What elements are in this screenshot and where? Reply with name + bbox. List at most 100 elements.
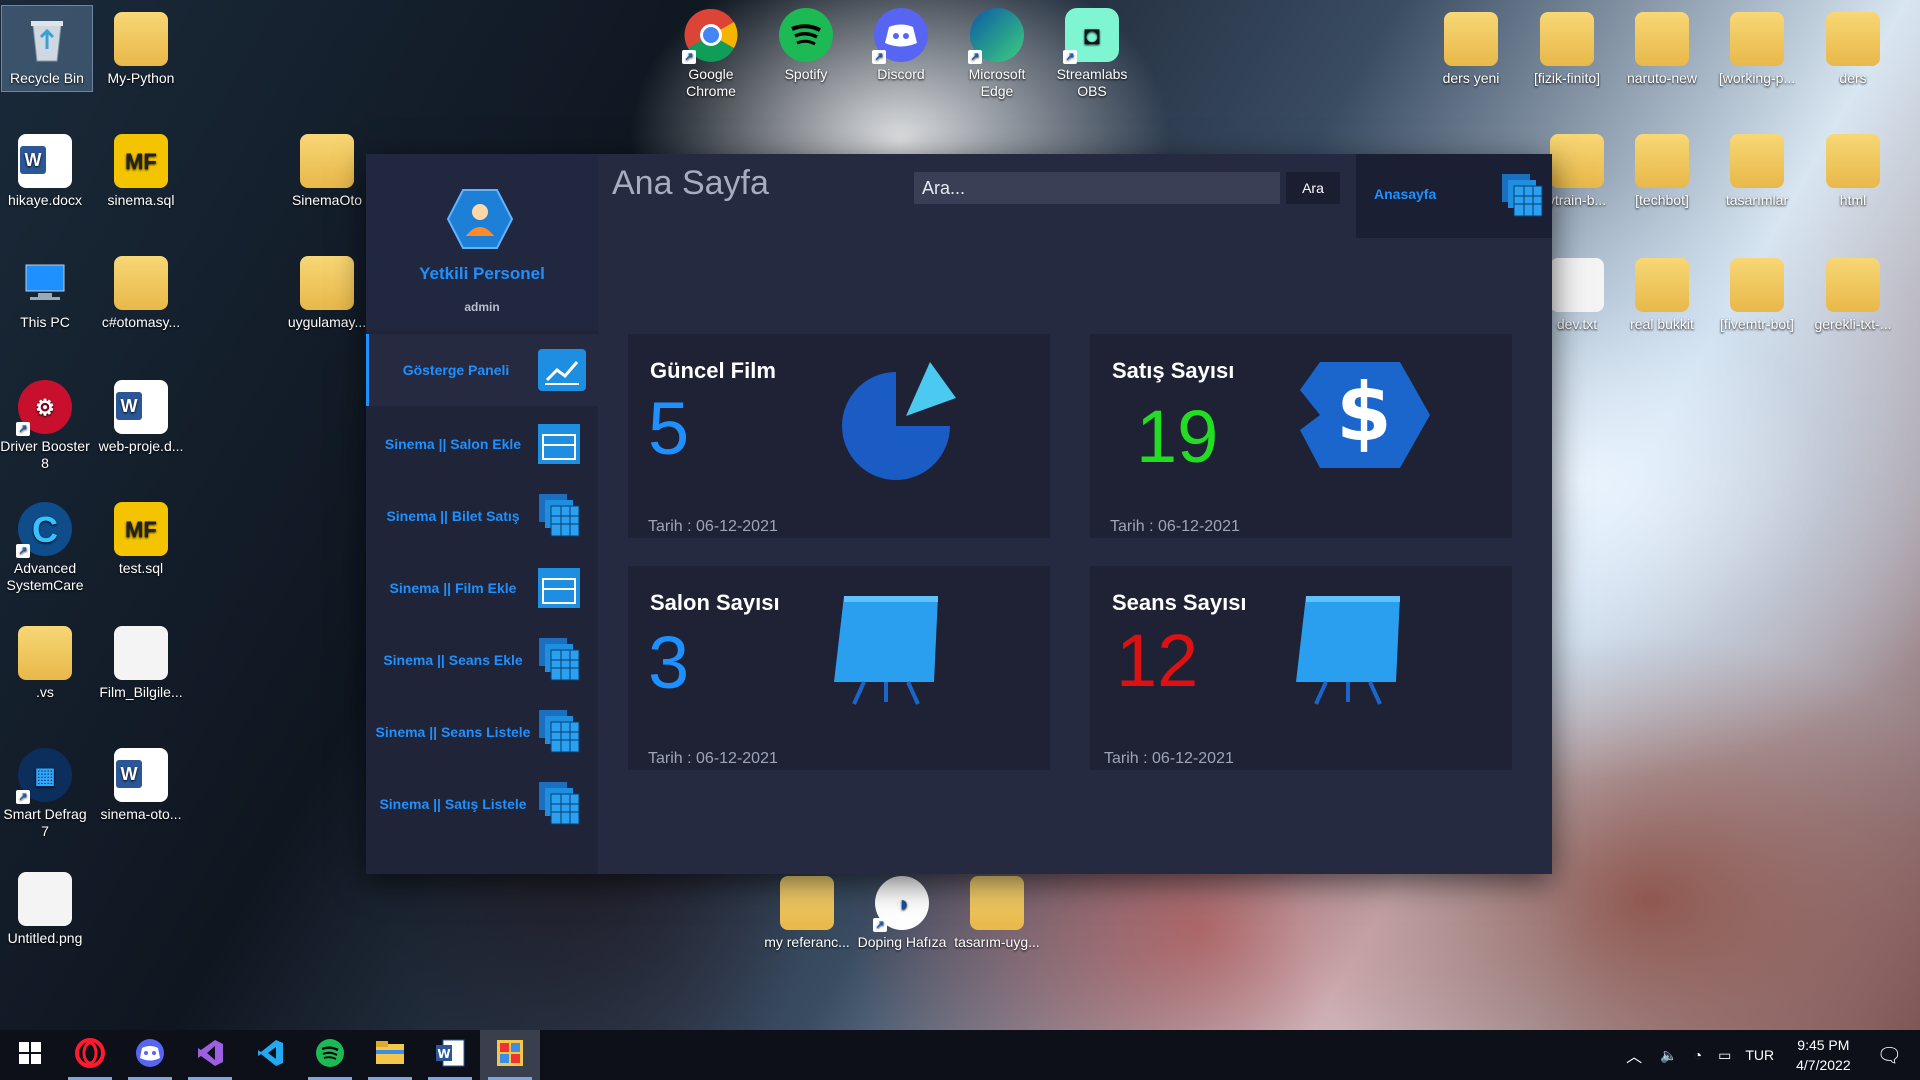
volume-icon[interactable]: 🔈	[1660, 1047, 1677, 1064]
word-document-icon	[114, 380, 168, 434]
desktop-icon-label: ders	[1839, 70, 1867, 86]
desktop-icon-tasarimlar[interactable]: tasarımlar	[1712, 134, 1802, 209]
language-indicator[interactable]: TUR	[1745, 1047, 1774, 1063]
desktop-icon-streamlabs-obs[interactable]: ◘ Streamlabs OBS	[1047, 8, 1137, 100]
mysql-file-icon: MF	[114, 502, 168, 556]
clock-time: 9:45 PM	[1797, 1037, 1850, 1053]
folder-icon	[1635, 258, 1689, 312]
desktop-icon-label: Advanced SystemCare	[6, 560, 84, 593]
desktop-icon-google-chrome[interactable]: Google Chrome	[666, 8, 756, 100]
desktop-icon-fizik-finito[interactable]: [fizik-finito]	[1522, 12, 1612, 87]
nav-seans-ekle[interactable]: Sinema || Seans Ekle	[366, 624, 598, 696]
desktop-icon-real-bukkit[interactable]: real bukkit	[1617, 258, 1707, 333]
chevron-up-icon[interactable]: ︿	[1626, 1043, 1642, 1067]
nav-bilet-satis[interactable]: Sinema || Bilet Satış	[366, 480, 598, 552]
taskbar-opera[interactable]	[60, 1030, 120, 1080]
folder-icon	[1730, 134, 1784, 188]
nav-dashboard[interactable]: Gösterge Paneli	[366, 334, 601, 406]
desktop-icon-naruto-new[interactable]: naruto-new	[1617, 12, 1707, 87]
desktop-icon-web-proje[interactable]: web-proje.d...	[96, 380, 186, 455]
network-icon[interactable]: ◔	[1694, 1047, 1702, 1063]
desktop-icon-techbot[interactable]: [techbot]	[1617, 134, 1707, 209]
taskbar-file-explorer[interactable]	[360, 1030, 420, 1080]
desktop-icon-sinema-sql[interactable]: MF sinema.sql	[96, 134, 186, 209]
desktop-icon-advanced-systemcare[interactable]: C Advanced SystemCare	[0, 502, 90, 594]
desktop-icon-driver-booster[interactable]: ⚙ Driver Booster 8	[0, 380, 90, 472]
clock-date: 4/7/2022	[1796, 1057, 1851, 1073]
visual-studio-icon	[195, 1038, 225, 1073]
system-tray: ︿ 🔈 ◔ ▭ TUR 9:45 PM 4/7/2022 🗨	[1616, 1030, 1920, 1080]
folder-icon	[1635, 134, 1689, 188]
desktop-icon-working-p[interactable]: [working-p...	[1712, 12, 1802, 87]
card-date: Tarih : 06-12-2021	[648, 750, 778, 767]
desktop-icon-my-python[interactable]: My-Python	[96, 12, 186, 87]
taskbar-spotify[interactable]	[300, 1030, 360, 1080]
desktop-icon-html[interactable]: html	[1808, 134, 1898, 209]
taskbar-visual-studio[interactable]	[180, 1030, 240, 1080]
desktop-icon-label: [techbot]	[1635, 192, 1689, 208]
desktop-icon-uygulamay[interactable]: uygulamay...	[282, 256, 372, 331]
image-file-icon	[18, 872, 72, 926]
desktop-icon-tasarim-uyg[interactable]: tasarım-uyg...	[952, 876, 1042, 951]
folder-icon	[300, 256, 354, 310]
desktop-icon-untitled-png[interactable]: Untitled.png	[0, 872, 90, 947]
desktop-icon-label: Microsoft Edge	[968, 66, 1026, 99]
desktop-icon-c-otomasy[interactable]: c#otomasy...	[96, 256, 186, 331]
start-button[interactable]	[0, 1030, 60, 1080]
dollar-icon: $	[1300, 360, 1430, 475]
profile-panel: Yetkili Personel admin	[366, 154, 598, 330]
desktop-icon-spotify[interactable]: Spotify	[761, 8, 851, 83]
folder-icon	[1826, 12, 1880, 66]
taskbar-discord[interactable]	[120, 1030, 180, 1080]
profile-name: Yetkili Personel	[419, 264, 545, 283]
desktop-icon-recycle-bin[interactable]: Recycle Bin	[1, 5, 93, 92]
clock[interactable]: 9:45 PM 4/7/2022	[1796, 1035, 1851, 1075]
desktop-icon-ders[interactable]: ders	[1808, 12, 1898, 87]
desktop-icon-sinemaoto[interactable]: SinemaOto	[282, 134, 372, 209]
desktop-icon-film-bilgile[interactable]: Film_Bilgile...	[96, 626, 186, 701]
desktop-icon-gerekli-txt[interactable]: gerekli-txt-...	[1808, 258, 1898, 333]
card-value: 19	[1136, 395, 1219, 478]
desktop-icon-smart-defrag[interactable]: ▦ Smart Defrag 7	[0, 748, 90, 840]
desktop-icon-my-referanc[interactable]: my referanc...	[762, 876, 852, 951]
folder-icon	[114, 256, 168, 310]
folder-icon	[300, 134, 354, 188]
battery-icon[interactable]: ▭	[1718, 1047, 1731, 1064]
desktop-icon-label: real bukkit	[1630, 316, 1694, 332]
desktop-icon-label: My-Python	[107, 70, 175, 86]
home-label: Anasayfa	[1374, 186, 1437, 202]
desktop-icon-vs[interactable]: .vs	[0, 626, 90, 701]
nav-satis-listele[interactable]: Sinema || Satış Listele	[366, 768, 598, 840]
smart-defrag-icon: ▦	[16, 748, 72, 804]
svg-text:$: $	[1336, 366, 1392, 459]
nav-label: Sinema || Satış Listele	[379, 796, 527, 812]
desktop-icon-this-pc[interactable]: This PC	[0, 256, 90, 331]
folder-icon	[1730, 258, 1784, 312]
card-guncel-film: Güncel Film 5 Tarih : 06-12-2021	[628, 334, 1050, 538]
profile-role: admin	[464, 300, 500, 314]
search-button[interactable]: Ara	[1286, 172, 1340, 204]
desktop-icon-label: sinema.sql	[107, 192, 175, 208]
desktop-icon-discord[interactable]: Discord	[856, 8, 946, 83]
search-input[interactable]	[914, 172, 1280, 204]
taskbar-cinema-app[interactable]	[480, 1030, 540, 1080]
desktop-icon-microsoft-edge[interactable]: Microsoft Edge	[952, 8, 1042, 100]
home-button[interactable]: Anasayfa	[1356, 154, 1552, 238]
nav-salon-ekle[interactable]: Sinema || Salon Ekle	[366, 408, 598, 480]
desktop-icon-fivemtr-bot[interactable]: [fivemtr-bot]	[1712, 258, 1802, 333]
desktop-icon-label: Streamlabs OBS	[1056, 66, 1128, 99]
stacked-tables-icon	[534, 637, 584, 683]
nav-seans-listele[interactable]: Sinema || Seans Listele	[366, 696, 598, 768]
desktop-icon-test-sql[interactable]: MF test.sql	[96, 502, 186, 577]
taskbar-word[interactable]: W	[420, 1030, 480, 1080]
desktop-icon-doping-hafiza[interactable]: ◑ Doping Hafıza	[857, 876, 947, 951]
folder-icon	[1826, 134, 1880, 188]
desktop-icon-label: This PC	[20, 314, 70, 330]
notifications-icon[interactable]: 🗨	[1877, 1043, 1902, 1068]
nav-film-ekle[interactable]: Sinema || Film Ekle	[366, 552, 598, 624]
desktop-icon-ders-yeni[interactable]: ders yeni	[1426, 12, 1516, 87]
desktop-icon-sinema-oto-docx[interactable]: sinema-oto...	[96, 748, 186, 823]
desktop-icon-hikaye-docx[interactable]: hikaye.docx	[0, 134, 90, 209]
discord-icon	[135, 1038, 165, 1073]
taskbar-vscode[interactable]	[240, 1030, 300, 1080]
